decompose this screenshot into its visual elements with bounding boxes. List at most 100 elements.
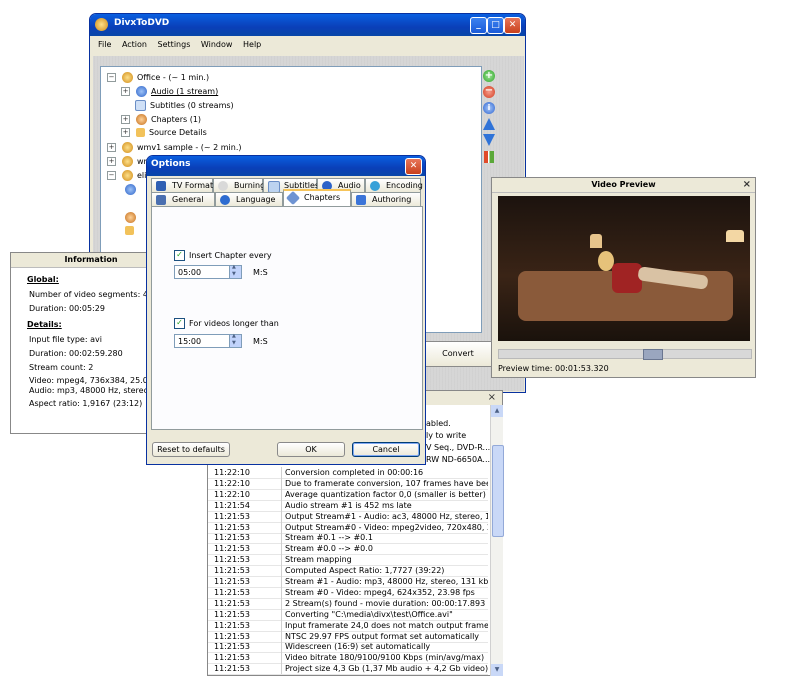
minimize-button[interactable]: _ — [470, 17, 487, 34]
preview-frame — [498, 196, 750, 341]
expand-icon[interactable]: + — [107, 157, 116, 166]
expand-icon[interactable]: + — [107, 143, 116, 152]
menu-window[interactable]: Window — [197, 36, 237, 53]
tree-item-audio[interactable]: + Audio (1 stream) — [121, 86, 218, 99]
spinner-arrows-icon[interactable] — [229, 264, 241, 278]
info-icon[interactable]: i — [483, 102, 495, 114]
reset-defaults-button[interactable]: Reset to defaults — [152, 442, 230, 457]
project-icon — [122, 72, 133, 83]
log-message: Stream #1 - Audio: mp3, 48000 Hz, stereo… — [285, 577, 488, 586]
tab-authoring[interactable]: Authoring — [351, 192, 421, 206]
tab-general[interactable]: General — [151, 192, 215, 206]
log-message: Stream #0 - Video: mpeg4, 624x352, 23.98… — [285, 587, 475, 597]
preview-slider[interactable] — [498, 349, 752, 360]
column-divider — [281, 532, 282, 544]
maximize-button[interactable]: □ — [487, 17, 504, 34]
column-divider — [281, 608, 282, 620]
log-message: Computed Aspect Ratio: 1,7727 (39:22) — [285, 566, 445, 576]
log-message: Widescreen (16:9) set automatically — [285, 642, 431, 652]
move-up-icon[interactable] — [483, 118, 495, 130]
info-line: Duration: 00:02:59.280 — [29, 349, 123, 358]
add-icon[interactable]: + — [483, 70, 495, 82]
menu-settings[interactable]: Settings — [154, 36, 195, 53]
tab-burning[interactable]: Burning — [213, 178, 265, 192]
preview-title-bar[interactable]: Video Preview × — [492, 178, 755, 193]
longer-than-spinner[interactable]: 15:00 — [174, 333, 242, 348]
log-time: 11:21:53 — [214, 609, 250, 619]
insert-chapter-checkbox[interactable]: ✓ — [174, 250, 185, 261]
main-title-bar[interactable]: DivxToDVD _ □ ✕ — [90, 14, 525, 36]
log-close-icon[interactable]: × — [488, 391, 496, 405]
tree-item-source-details[interactable]: + Source Details — [121, 128, 207, 141]
scroll-down-arrow[interactable]: ▼ — [491, 664, 503, 676]
log-time: 11:21:53 — [214, 664, 250, 674]
log-time: 11:21:53 — [214, 653, 250, 663]
tree-item-wmv1[interactable]: + wmv1 sample - (~ 2 min.) — [107, 142, 242, 155]
scroll-thumb[interactable] — [492, 445, 504, 537]
remove-icon[interactable]: − — [483, 86, 495, 98]
chapters-icon — [125, 212, 136, 223]
log-message: Audio stream #1 is 452 ms late — [285, 500, 412, 510]
tab-chapters[interactable]: Chapters — [283, 189, 351, 207]
log-time: 11:22:10 — [214, 468, 250, 477]
tree-item-chapters[interactable]: + Chapters (1) — [121, 114, 201, 127]
preview-close-icon[interactable]: × — [743, 178, 751, 192]
log-time: 11:21:53 — [214, 620, 250, 630]
log-list[interactable]: 11:22:10 Conversion completed in 00:00:16… — [208, 467, 490, 676]
ok-button[interactable]: OK — [277, 442, 345, 457]
log-message: Average quantization factor 0,0 (smaller… — [285, 489, 486, 499]
column-divider — [281, 477, 282, 489]
app-icon — [95, 18, 108, 31]
collapse-icon[interactable]: − — [107, 73, 116, 82]
options-title: Options — [151, 159, 191, 169]
info-line: Stream count: 2 — [29, 363, 94, 372]
tree-item-subtitles[interactable]: Subtitles (0 streams) — [135, 100, 234, 113]
tree-item-wm[interactable]: + wm — [107, 156, 151, 169]
menu-action[interactable]: Action — [118, 36, 151, 53]
expand-icon[interactable]: + — [121, 87, 130, 96]
log-row[interactable]: 11:21:53 Project size 4,3 Gb (1,37 Mb aud… — [208, 663, 488, 676]
column-divider — [281, 576, 282, 587]
info-line: Audio: mp3, 48000 Hz, stereo, 96 — [29, 386, 164, 395]
cancel-button[interactable]: Cancel — [352, 442, 420, 457]
details-icon — [136, 128, 145, 137]
collapse-icon[interactable]: − — [107, 171, 116, 180]
spinner-arrows-icon[interactable] — [229, 333, 241, 347]
log-time: 11:21:53 — [214, 577, 250, 586]
expand-icon[interactable]: + — [121, 128, 130, 137]
log-fragment: RW ND-6650A... — [426, 455, 491, 464]
column-divider — [281, 521, 282, 533]
tree-item-eli[interactable]: − eli — [107, 170, 146, 183]
tab-tv-format[interactable]: TV Format — [151, 178, 213, 192]
menu-file[interactable]: File — [94, 36, 115, 53]
log-message: 2 Stream(s) found - movie duration: 00:0… — [285, 598, 486, 608]
chapters-tab-page: ✓ Insert Chapter every 05:00 M:S ✓ For v… — [151, 206, 423, 430]
longer-than-checkbox[interactable]: ✓ — [174, 318, 185, 329]
menu-help[interactable]: Help — [239, 36, 265, 53]
close-button[interactable]: ✕ — [504, 17, 521, 34]
disc-icon — [218, 181, 228, 191]
info-line: Number of video segments: 4 — [29, 290, 148, 299]
log-time: 11:21:54 — [214, 500, 250, 510]
log-time: 11:21:53 — [214, 598, 250, 608]
log-fragment: abled. — [426, 419, 451, 428]
info-line: Input file type: avi — [29, 335, 102, 344]
options-close-button[interactable]: ✕ — [405, 158, 422, 175]
scroll-up-arrow[interactable]: ▲ — [491, 405, 503, 417]
column-divider — [281, 499, 282, 511]
options-dialog: Options ✕ TV Format Burning Subtitles Au… — [146, 155, 426, 465]
preview-slider-thumb[interactable] — [643, 349, 663, 360]
preview-time: Preview time: 00:01:53.320 — [498, 364, 609, 373]
tab-encoding[interactable]: Encoding — [365, 178, 423, 192]
move-down-icon[interactable] — [483, 134, 495, 146]
menu-bar: File Action Settings Window Help — [94, 36, 521, 54]
insert-chapter-spinner[interactable]: 05:00 — [174, 264, 242, 279]
tools-icon[interactable] — [484, 151, 494, 163]
tab-language[interactable]: Language — [215, 192, 283, 206]
tree-item-office[interactable]: − Office - (~ 1 min.) — [107, 72, 209, 85]
main-window-title: DivxToDVD — [114, 18, 170, 28]
expand-icon[interactable]: + — [121, 115, 130, 124]
project-icon — [122, 156, 133, 167]
log-scrollbar[interactable]: ▲ ▼ — [490, 405, 504, 676]
options-title-bar[interactable]: Options ✕ — [147, 156, 425, 176]
